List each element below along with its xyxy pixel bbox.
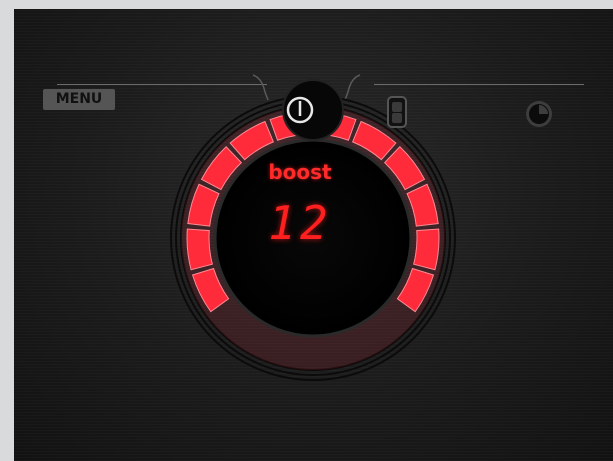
bezel-outline xyxy=(252,74,269,101)
child-lock-icon xyxy=(387,96,407,128)
power-icon xyxy=(286,96,314,124)
timer-icon xyxy=(526,101,552,127)
power-button[interactable] xyxy=(282,92,318,128)
power-level-readout: 12 xyxy=(268,196,332,250)
boost-label: boost xyxy=(268,160,332,184)
child-lock-button[interactable] xyxy=(386,95,408,129)
center-display: boost 12 xyxy=(230,150,370,290)
level-segment[interactable] xyxy=(186,228,213,271)
timer-button[interactable] xyxy=(524,99,554,129)
level-segment[interactable] xyxy=(413,228,440,271)
bezel-outline xyxy=(344,74,361,101)
